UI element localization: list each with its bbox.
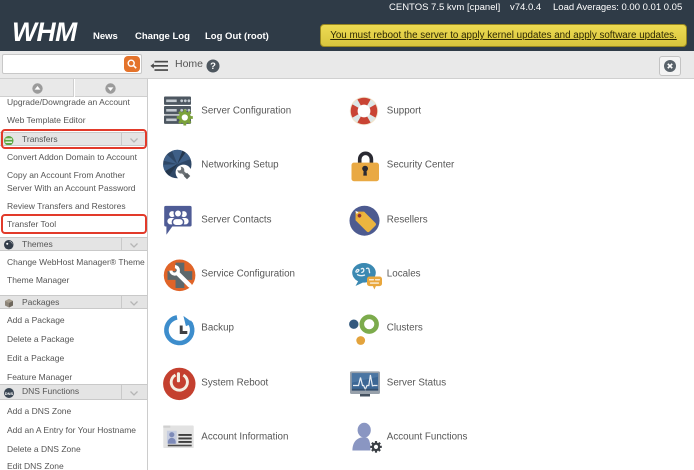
svg-text:DNS: DNS xyxy=(5,391,14,396)
svg-text:?: ? xyxy=(210,61,216,72)
